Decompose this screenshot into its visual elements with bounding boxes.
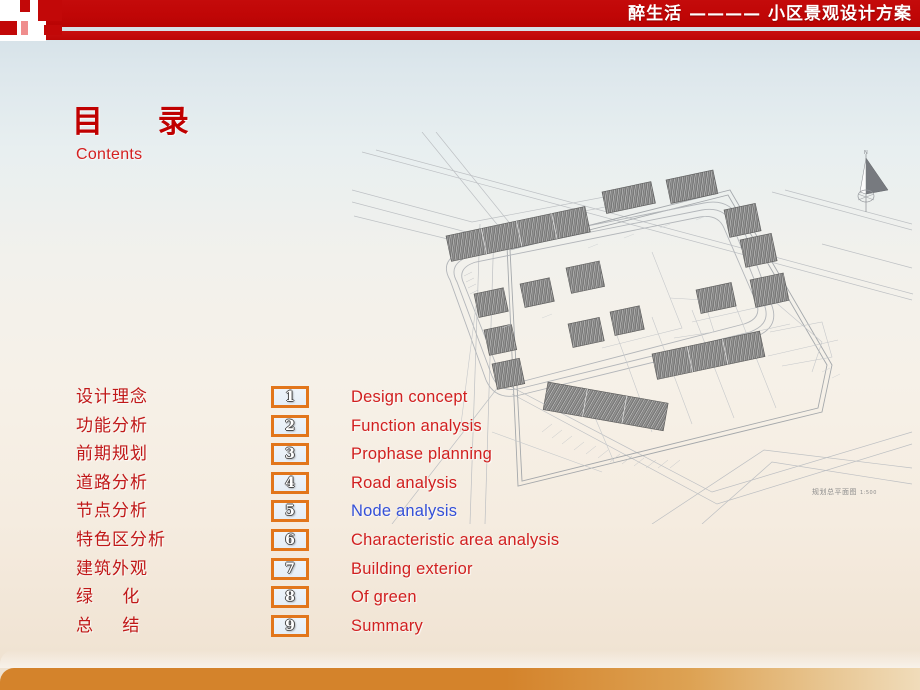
page-title-cn: 目 录 — [72, 104, 211, 140]
toc-label-en[interactable]: Summary — [351, 615, 423, 638]
toc-label-en[interactable]: Function analysis — [351, 415, 482, 438]
list-item[interactable]: 设计理念 1 Design concept — [0, 386, 920, 415]
north-arrow-icon: N — [857, 150, 889, 212]
page-title-en: Contents — [76, 146, 143, 163]
toc-number-badge: 2 — [271, 414, 309, 437]
toc-number-badge: 3 — [271, 443, 309, 466]
toc-label-en[interactable]: Of green — [351, 586, 417, 609]
toc-label-cn: 设计理念 — [76, 387, 148, 407]
toc-label-cn: 前期规划 — [76, 444, 148, 465]
footer-highlight — [0, 650, 920, 668]
toc-number-badge: 5 — [271, 500, 309, 523]
presentation-title: 醉生活 ———— 小区景观设计方案 — [628, 4, 912, 24]
toc-number-badge: 6 — [271, 528, 309, 551]
toc-label-en[interactable]: Road analysis — [351, 472, 457, 495]
list-item[interactable]: 道路分析 4 Road analysis — [0, 471, 920, 501]
toc-label-en[interactable]: Design concept — [351, 386, 468, 409]
svg-text:N: N — [864, 150, 868, 156]
toc-label-cn: 特色区分析 — [76, 529, 166, 550]
list-item[interactable]: 功能分析 2 Function analysis — [0, 414, 920, 444]
footer-bar — [0, 668, 920, 690]
list-item[interactable]: 建筑外观 7 Building exterior — [0, 557, 920, 587]
toc-label-cn: 节点分析 — [76, 501, 148, 522]
toc-number-badge: 9 — [271, 614, 309, 637]
toc-label-cn: 道路分析 — [76, 472, 148, 493]
toc-label-en[interactable]: Characteristic area analysis — [351, 529, 559, 552]
list-item[interactable]: 节点分析 5 Node analysis — [0, 500, 920, 529]
toc-number-badge: 8 — [271, 586, 309, 609]
toc-number-badge: 7 — [271, 557, 309, 580]
toc-label-en[interactable]: Building exterior — [351, 558, 473, 581]
toc-label-cn: 功能分析 — [76, 415, 148, 436]
toc-number-badge: 4 — [271, 471, 309, 494]
contents-list: 设计理念 1 Design concept 功能分析 2 Function an… — [0, 386, 920, 643]
brand-logo-icon — [0, 0, 62, 41]
toc-label-cn: 总 结 — [76, 615, 152, 636]
toc-label-en[interactable]: Prophase planning — [351, 443, 492, 466]
list-item[interactable]: 前期规划 3 Prophase planning — [0, 443, 920, 472]
list-item[interactable]: 绿 化 8 Of green — [0, 586, 920, 615]
list-item[interactable]: 特色区分析 6 Characteristic area analysis — [0, 528, 920, 558]
toc-label-cn: 绿 化 — [76, 587, 152, 608]
toc-label-cn: 建筑外观 — [76, 558, 148, 579]
toc-number-badge: 1 — [271, 386, 309, 408]
toc-label-en-active[interactable]: Node analysis — [351, 500, 457, 523]
list-item[interactable]: 总 结 9 Summary — [0, 614, 920, 644]
slide-canvas: 醉生活 ———— 小区景观设计方案 目 录 Contents N 规划总平面图 … — [0, 0, 920, 690]
header-band-secondary — [0, 31, 920, 40]
